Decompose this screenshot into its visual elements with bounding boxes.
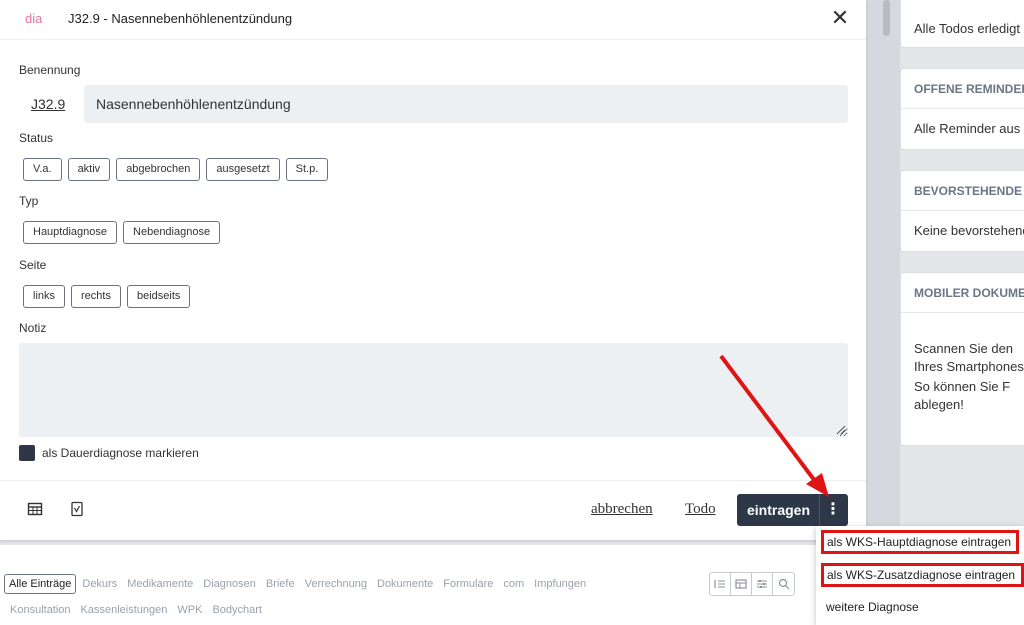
notiz-label: Notiz xyxy=(19,321,47,335)
reminder-card: OFFENE REMINDER Alle Reminder aus xyxy=(900,68,1024,150)
cancel-button[interactable]: abbrechen xyxy=(591,501,653,518)
mobile-doc-line: ablegen! xyxy=(914,397,964,412)
filter-sliders-icon[interactable] xyxy=(752,573,773,595)
tab-formulare[interactable]: Formulare xyxy=(443,578,493,590)
tab-diagnosen[interactable]: Diagnosen xyxy=(203,578,256,590)
status-chip-va[interactable]: V.a. xyxy=(23,158,62,181)
status-chip-aktiv[interactable]: aktiv xyxy=(67,158,111,181)
status-chip-ausgesetzt[interactable]: ausgesetzt xyxy=(206,158,280,181)
notiz-textarea[interactable] xyxy=(19,343,848,437)
seite-options: links rechts beidseits xyxy=(23,285,191,308)
mobile-doc-line: So können Sie F xyxy=(914,379,1011,394)
tab-alle-eintraege[interactable]: Alle Einträge xyxy=(4,574,77,594)
seite-chip-links[interactable]: links xyxy=(23,285,66,308)
submit-split-button: eintragen ⋮ xyxy=(737,494,848,526)
scrollbar-thumb[interactable] xyxy=(883,0,890,36)
todos-card: Alle Todos erledigt xyxy=(900,0,1024,48)
grid-view-icon[interactable] xyxy=(731,573,752,595)
right-sidebar: Alle Todos erledigt OFFENE REMINDER Alle… xyxy=(900,0,1024,545)
mobile-doc-heading: MOBILER DOKUMENT xyxy=(901,273,1024,313)
typ-chip-neben[interactable]: Nebendiagnose xyxy=(123,221,221,244)
tab-bodychart[interactable]: Bodychart xyxy=(212,604,262,616)
tab-verrechnung[interactable]: Verrechnung xyxy=(305,578,367,590)
tab-konsultation[interactable]: Konsultation xyxy=(10,604,71,616)
mobile-doc-card: MOBILER DOKUMENT Scannen Sie den Ihres S… xyxy=(900,272,1024,446)
typ-options: Hauptdiagnose Nebendiagnose xyxy=(23,221,221,244)
dauerdiagnose-checkbox[interactable] xyxy=(19,445,35,461)
tab-impfungen[interactable]: Impfungen xyxy=(534,578,586,590)
status-chip-stp[interactable]: St.p. xyxy=(285,158,329,181)
tab-com[interactable]: com xyxy=(503,578,524,590)
status-label: Status xyxy=(19,131,54,145)
menu-item-wks-zusatzdiagnose[interactable]: als WKS-Zusatzdiagnose eintragen xyxy=(821,563,1024,587)
status-options: V.a. aktiv abgebrochen ausgesetzt St.p. xyxy=(23,158,329,181)
more-options-icon[interactable]: ⋮ xyxy=(825,500,841,520)
tab-kassenleistungen[interactable]: Kassenleistungen xyxy=(81,604,168,616)
submit-options-menu: als WKS-Hauptdiagnose eintragen als WKS-… xyxy=(816,526,1024,625)
tab-briefe[interactable]: Briefe xyxy=(266,578,295,590)
brand-label: dia xyxy=(25,11,43,26)
todo-button[interactable]: Todo xyxy=(685,501,716,518)
submit-button[interactable]: eintragen xyxy=(747,502,810,518)
footer-divider xyxy=(0,480,866,481)
table-icon[interactable] xyxy=(27,501,43,517)
benennung-label: Benennung xyxy=(19,63,81,77)
resize-grip-icon[interactable] xyxy=(836,425,846,435)
close-icon[interactable]: ✕ xyxy=(828,6,852,30)
document-check-icon[interactable] xyxy=(69,501,85,517)
seite-chip-rechts[interactable]: rechts xyxy=(71,285,121,308)
modal-header: dia J32.9 - Nasennebenhöhlenentzündung ✕ xyxy=(0,0,866,40)
dauerdiagnose-label: als Dauerdiagnose markieren xyxy=(42,446,199,460)
entry-filter-tabs: Alle Einträge Dekurs Medikamente Diagnos… xyxy=(4,574,596,594)
list-sort-icon[interactable] xyxy=(710,573,731,595)
menu-item-wks-hauptdiagnose[interactable]: als WKS-Hauptdiagnose eintragen xyxy=(821,530,1019,554)
reminder-heading: OFFENE REMINDER xyxy=(901,69,1024,109)
scroll-gutter xyxy=(866,0,900,545)
diagnosis-name-input[interactable] xyxy=(84,85,848,123)
diagnosis-code-link[interactable]: J32.9 xyxy=(31,96,65,112)
upcoming-heading: BEVORSTEHENDE xyxy=(901,171,1024,211)
menu-item-weitere-diagnose[interactable]: weitere Diagnose xyxy=(821,596,919,620)
diagnosis-modal: dia J32.9 - Nasennebenhöhlenentzündung ✕… xyxy=(0,0,866,540)
split-divider xyxy=(819,494,820,526)
tab-medikamente[interactable]: Medikamente xyxy=(127,578,193,590)
tab-dokumente[interactable]: Dokumente xyxy=(377,578,433,590)
entry-filter-tabs-row2: Konsultation Kassenleistungen WPK Bodych… xyxy=(10,604,272,616)
mobile-doc-line: Ihres Smartphones xyxy=(914,359,1024,374)
seite-label: Seite xyxy=(19,258,47,272)
tab-wpk[interactable]: WPK xyxy=(177,604,202,616)
tab-dekurs[interactable]: Dekurs xyxy=(82,578,117,590)
status-chip-abgebrochen[interactable]: abgebrochen xyxy=(116,158,201,181)
view-toolbar xyxy=(709,572,795,596)
typ-chip-haupt[interactable]: Hauptdiagnose xyxy=(23,221,118,244)
upcoming-status: Keine bevorstehenden xyxy=(914,223,1024,238)
todos-status: Alle Todos erledigt xyxy=(914,21,1020,36)
typ-label: Typ xyxy=(19,194,39,208)
search-icon[interactable] xyxy=(773,573,794,595)
seite-chip-beidseits[interactable]: beidseits xyxy=(126,285,191,308)
upcoming-card: BEVORSTEHENDE Keine bevorstehenden xyxy=(900,170,1024,252)
reminder-status: Alle Reminder aus xyxy=(914,121,1021,136)
mobile-doc-line: Scannen Sie den xyxy=(914,341,1014,356)
modal-title: J32.9 - Nasennebenhöhlenentzündung xyxy=(68,11,293,26)
